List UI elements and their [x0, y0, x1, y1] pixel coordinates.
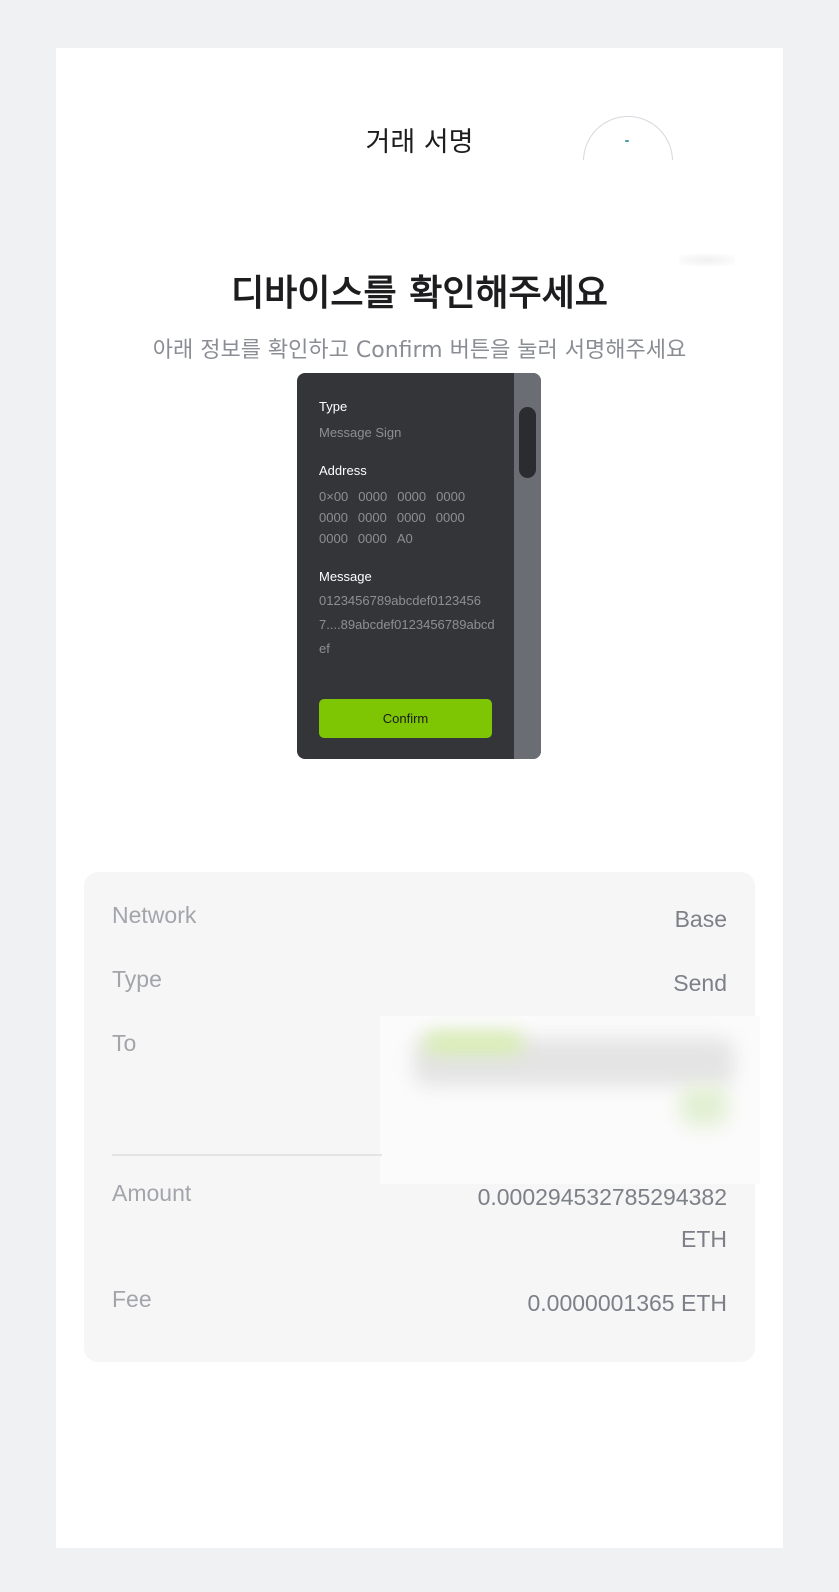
amount-label: Amount — [112, 1180, 192, 1206]
type-value: Send — [673, 970, 727, 996]
hero-title: 디바이스를 확인해주세요 — [231, 273, 608, 314]
type-label: Type — [112, 966, 162, 992]
device-message-value: 0123456789abcdef01234567....89abcdef0123… — [319, 593, 495, 656]
network-label: Network — [112, 902, 197, 928]
fee-label: Fee — [112, 1286, 152, 1312]
device-scrollbar[interactable] — [514, 373, 541, 759]
fee-value: 0.0000001365 ETH — [527, 1290, 728, 1316]
to-label: To — [112, 1030, 137, 1056]
hero-subtitle: 아래 정보를 확인하고 Confirm 버튼을 눌러 서명해주세요 — [152, 338, 687, 363]
device-type-label: Type — [319, 399, 348, 414]
to-address-redacted — [380, 1016, 760, 1184]
device-confirm-button[interactable]: Confirm — [319, 699, 492, 738]
to-divider — [112, 1154, 382, 1156]
amount-value: 0.000294532785294382 ETH — [477, 1184, 727, 1252]
device-message-label: Message — [319, 569, 372, 584]
loading-spinner-icon — [583, 116, 675, 160]
network-value: Base — [674, 906, 727, 932]
device-address-label: Address — [319, 463, 367, 478]
transaction-details: Network Base Type Send To Amount 0.00029… — [84, 872, 760, 1362]
device-address-value: 0×00 0000 0000 0000 0000 0000 0000 0000 0000 00… — [319, 489, 466, 546]
device-type-value: Message Sign — [319, 425, 402, 440]
device-scrollbar-thumb[interactable] — [519, 407, 536, 478]
device-preview: Type Message Sign Address 0×00 0000 0000 00… — [297, 373, 541, 759]
